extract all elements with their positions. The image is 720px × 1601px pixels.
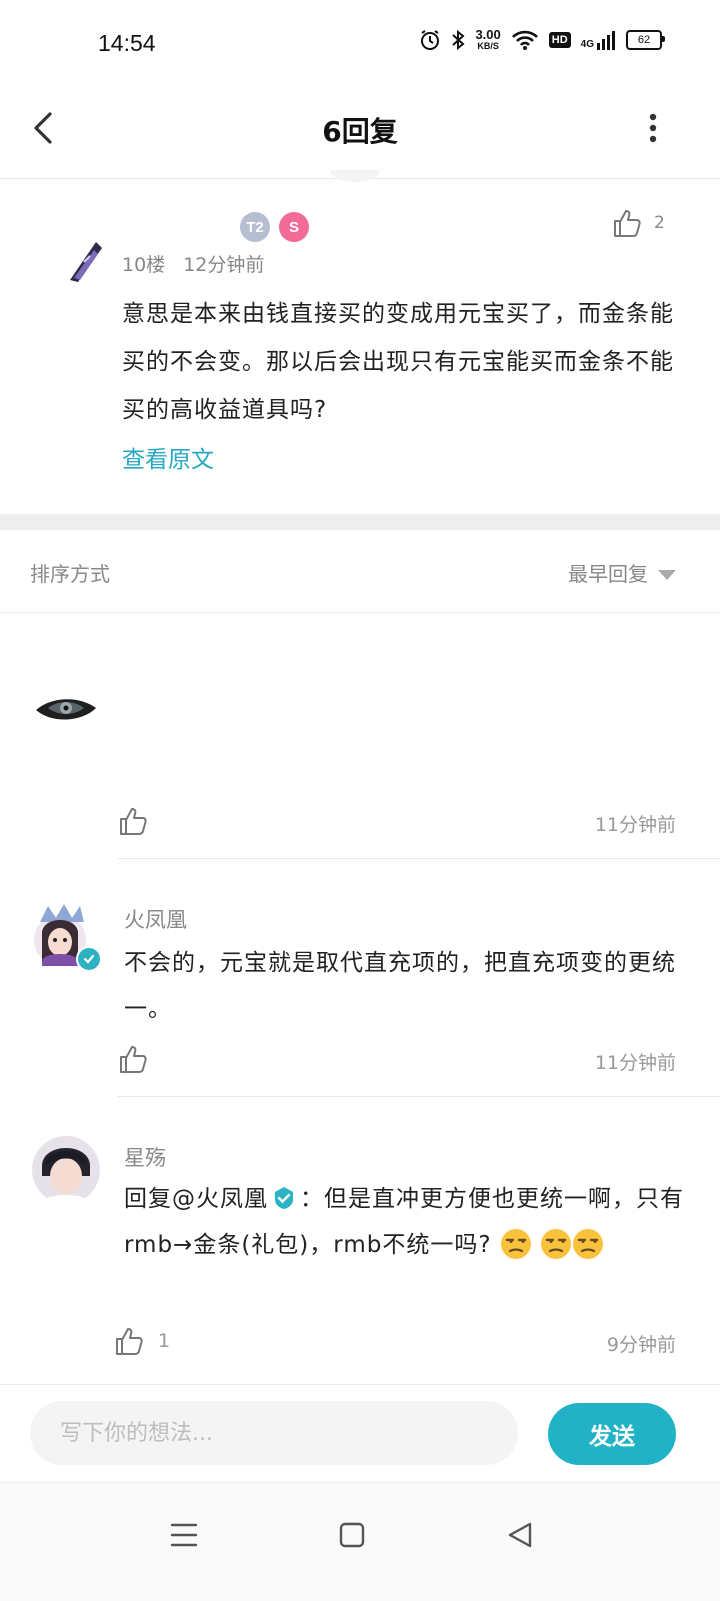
main-comment-time: 12分钟前 (183, 254, 265, 276)
reply-avatar-2[interactable] (34, 902, 102, 972)
verified-icon (76, 946, 102, 972)
main-comment-meta: 10楼 12分钟前 (122, 250, 264, 277)
comment-input-bar: 发送 (0, 1384, 720, 1483)
thumbs-up-icon (120, 1046, 147, 1073)
system-nav-bar (0, 1482, 720, 1601)
back-triangle-icon[interactable] (498, 1513, 542, 1557)
level-badge-s: S (279, 212, 309, 242)
home-icon[interactable] (330, 1513, 374, 1557)
status-icons: 3.00 KB/S HD 4G 62 (419, 27, 665, 51)
verified-icon (272, 1180, 296, 1209)
reply-avatar-3[interactable] (32, 1136, 100, 1204)
unamused-emoji-icon (500, 1228, 532, 1260)
signal-4g: 4G (581, 30, 616, 50)
floor-number: 10楼 (122, 254, 166, 276)
avatar-image (56, 236, 104, 284)
view-original-link[interactable]: 查看原文 (122, 440, 214, 474)
battery-icon: 62 (626, 29, 665, 50)
reply-like-button[interactable]: 1 (114, 1326, 170, 1356)
page-title: 6回复 (322, 115, 398, 148)
bluetooth-icon (452, 29, 465, 50)
level-badge-t2: T2 (240, 212, 270, 242)
unamused-emoji-icon (572, 1228, 604, 1260)
reply-text: 不会的，元宝就是取代直充项的，把直充项变的更统一。 (124, 950, 676, 1022)
thumbs-up-icon (614, 210, 641, 237)
unamused-emoji-icon (540, 1228, 572, 1260)
menu-icon[interactable] (162, 1513, 206, 1557)
reply-time: 11分钟前 (594, 1052, 676, 1074)
reply-author-name[interactable]: 星殇 (124, 1142, 166, 1172)
comment-input[interactable] (30, 1401, 518, 1465)
reply-like-count: 1 (158, 1330, 171, 1352)
reply-like-button[interactable] (118, 806, 148, 840)
section-divider (0, 514, 720, 530)
reply-prefix: 回复 (124, 1186, 172, 1212)
sort-selected-value: 最早回复 (568, 562, 648, 586)
net-speed: 3.00 KB/S (475, 27, 501, 51)
header-bar: 6回复 (0, 80, 720, 179)
thumbs-up-icon (120, 808, 147, 835)
sort-row: 排序方式 最早回复 (0, 530, 720, 613)
reply-time: 11分钟前 (594, 814, 676, 836)
avatar-image (36, 699, 96, 720)
reply-separator (118, 1096, 720, 1097)
thumbs-up-icon (116, 1328, 143, 1355)
reply-time: 9分钟前 (606, 1334, 676, 1356)
send-button[interactable]: 发送 (548, 1403, 676, 1465)
sort-label: 排序方式 (30, 562, 110, 586)
sort-dropdown[interactable]: 最早回复 (568, 558, 676, 587)
reply-author-name[interactable]: 火凤凰 (124, 904, 187, 934)
chevron-down-icon (658, 569, 676, 580)
avatar-image (32, 1136, 100, 1204)
header-notch (330, 170, 380, 182)
reply-avatar-1[interactable] (34, 688, 98, 728)
wifi-icon (511, 30, 538, 50)
alarm-icon (421, 29, 440, 50)
mention-link[interactable]: @火凤凰 (172, 1186, 268, 1212)
main-comment-like-count: 2 (654, 213, 665, 233)
status-time: 14:54 (98, 30, 156, 56)
reply-like-button[interactable] (118, 1044, 148, 1078)
main-comment-text: 意思是本来由钱直接买的变成用元宝买了，而金条能买的不会变。那以后会出现只有元宝能… (122, 301, 674, 423)
status-bar: 14:54 3.00 KB/S HD 4G 62 (0, 0, 720, 80)
main-comment-avatar[interactable] (56, 236, 104, 284)
main-comment-like-button[interactable]: 2 (612, 208, 665, 238)
hd-badge: HD (548, 31, 571, 48)
more-icon[interactable] (638, 108, 668, 148)
reply-separator (118, 858, 720, 859)
reply-text: 回复@火凤凰 ：但是直冲更方便也更统一啊，只有rmb→金条(礼包)，rmb不统一吗… (124, 1176, 684, 1268)
signal-icon (597, 30, 615, 50)
